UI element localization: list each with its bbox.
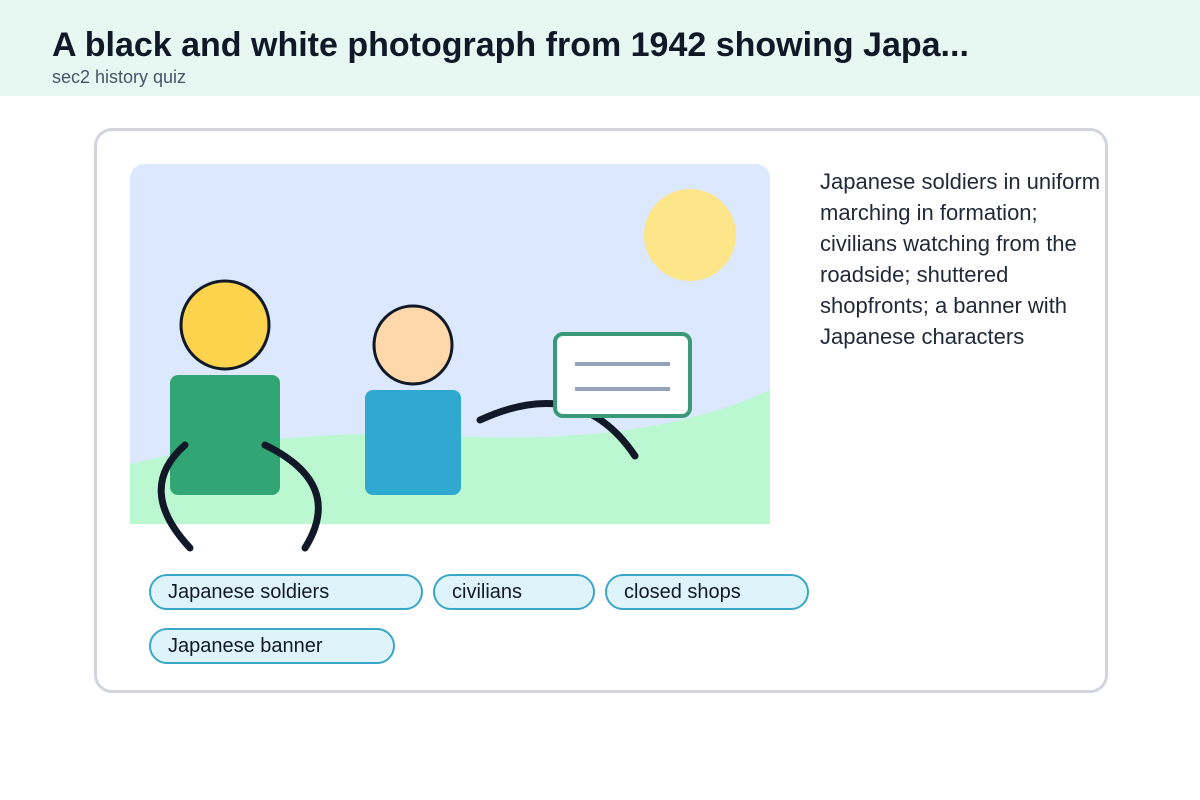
page-title: A black and white photograph from 1942 s… (52, 26, 969, 64)
page-subtitle: sec2 history quiz (52, 67, 187, 87)
page-header: A black and white photograph from 1942 s… (0, 0, 1200, 96)
tag-japanese-soldiers[interactable]: Japanese soldiers (149, 574, 423, 610)
figure-body (170, 375, 280, 495)
figure-head (179, 279, 271, 371)
tag-japanese-banner[interactable]: Japanese banner (149, 628, 395, 664)
image-description: Japanese soldiers in uniform marching in… (820, 169, 1101, 349)
figure-body (365, 390, 461, 495)
figure-head (372, 304, 454, 386)
tag-civilians[interactable]: civilians (433, 574, 595, 610)
scene-illustration (130, 164, 770, 552)
tag-closed-shops[interactable]: closed shops (605, 574, 809, 610)
sun-icon (644, 189, 736, 281)
banner-sign (553, 332, 692, 418)
